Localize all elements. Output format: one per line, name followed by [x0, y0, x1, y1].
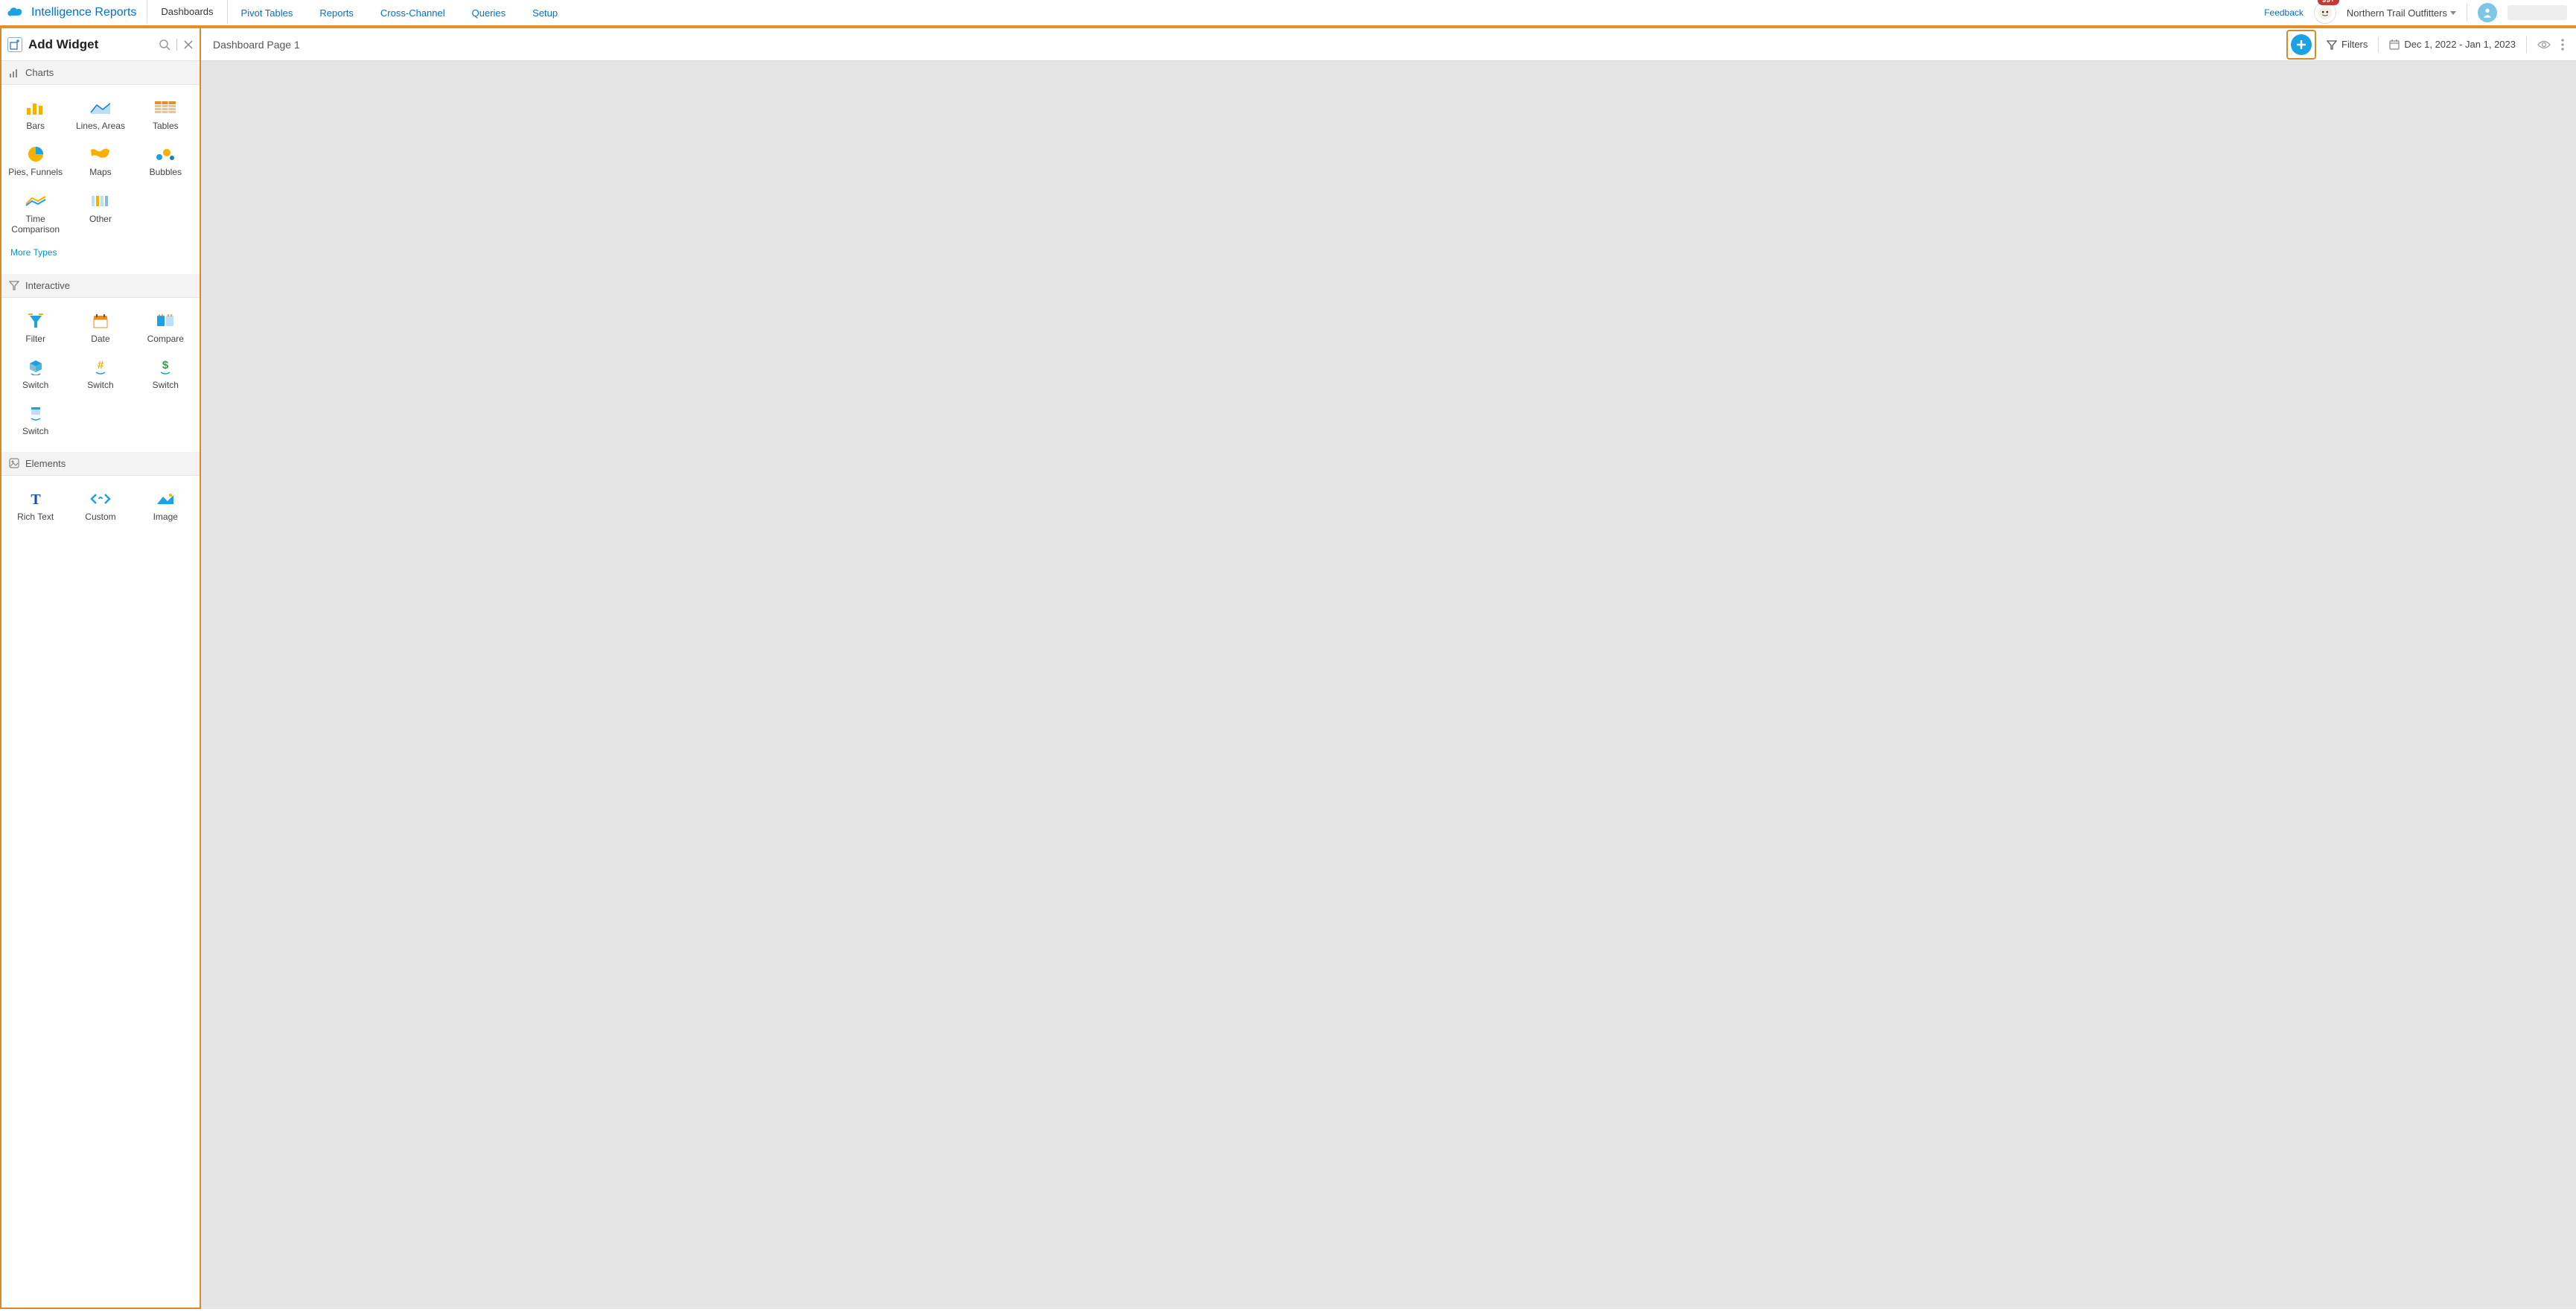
widget-maps[interactable]: Maps — [68, 138, 133, 185]
add-widget-button[interactable] — [2291, 34, 2312, 55]
section-body-charts: Bars Lines, Areas Tables Pies, Funnels M… — [1, 85, 200, 274]
svg-text:T: T — [31, 491, 41, 506]
salesforce-cloud-icon — [6, 5, 25, 20]
nav-tabs: Dashboards Pivot Tables Reports Cross-Ch… — [147, 0, 571, 25]
more-options-icon[interactable] — [2561, 39, 2564, 51]
date-widget-icon — [88, 313, 113, 329]
switch-calendar-icon — [23, 405, 48, 421]
search-icon[interactable] — [159, 39, 170, 51]
widget-switch-cube[interactable]: Switch — [3, 351, 68, 398]
other-icon — [88, 193, 113, 209]
nav-tab-setup[interactable]: Setup — [519, 0, 571, 25]
divider — [2526, 36, 2527, 53]
nav-right: Feedback 99+ Northern Trail Outfitters — [2264, 1, 2576, 24]
nav-tab-reports[interactable]: Reports — [306, 0, 367, 25]
calendar-icon — [2389, 39, 2400, 50]
app-logo-area: Intelligence Reports — [0, 0, 147, 25]
widget-other[interactable]: Other — [68, 185, 133, 243]
filter-widget-icon — [23, 313, 48, 329]
widget-compare[interactable]: Compare — [133, 305, 198, 351]
time-comparison-icon — [23, 193, 48, 209]
widget-tables[interactable]: Tables — [133, 92, 198, 138]
dashboard-page-name[interactable]: Dashboard Page 1 — [213, 39, 300, 51]
widget-filter[interactable]: Filter — [3, 305, 68, 351]
widget-switch-calendar[interactable]: Switch — [3, 398, 68, 444]
nav-tab-cross-channel[interactable]: Cross-Channel — [367, 0, 459, 25]
image-icon — [153, 491, 178, 507]
section-body-elements: T Rich Text Custom Image — [1, 476, 200, 537]
rich-text-icon: T — [23, 491, 48, 507]
switch-hash-icon: # — [88, 359, 113, 375]
account-switcher[interactable]: Northern Trail Outfitters — [2347, 7, 2456, 19]
add-widget-icon — [7, 37, 22, 52]
funnel-icon — [9, 280, 19, 290]
widget-image[interactable]: Image — [133, 483, 198, 529]
date-range-picker[interactable]: Dec 1, 2022 - Jan 1, 2023 — [2389, 39, 2516, 50]
switch-cube-icon — [23, 359, 48, 375]
more-types-link[interactable]: More Types — [3, 243, 198, 267]
elements-icon — [9, 458, 19, 468]
widget-time-comparison[interactable]: Time Comparison — [3, 185, 68, 243]
add-widget-button-highlight — [2286, 30, 2316, 60]
divider — [2378, 36, 2379, 53]
nav-tab-dashboards[interactable]: Dashboards — [147, 0, 227, 25]
funnel-icon — [2327, 39, 2337, 50]
app-title: Intelligence Reports — [31, 6, 136, 19]
widget-custom[interactable]: Custom — [68, 483, 133, 529]
widget-pies-funnels[interactable]: Pies, Funnels — [3, 138, 68, 185]
canvas-toolbar: Dashboard Page 1 Filters Dec 1, 2022 - J… — [201, 28, 2576, 61]
close-icon[interactable] — [183, 39, 194, 50]
tables-icon — [153, 100, 178, 116]
nav-tab-queries[interactable]: Queries — [459, 0, 520, 25]
sidebar-header: Add Widget — [1, 28, 200, 61]
notification-badge: 99+ — [2318, 0, 2339, 5]
filters-button[interactable]: Filters — [2327, 39, 2368, 50]
bubbles-icon — [153, 146, 178, 162]
user-avatar[interactable] — [2478, 3, 2497, 22]
widget-lines-areas[interactable]: Lines, Areas — [68, 92, 133, 138]
widget-date[interactable]: Date — [68, 305, 133, 351]
visibility-icon[interactable] — [2537, 39, 2551, 50]
lines-areas-icon — [88, 100, 113, 116]
main-area: Add Widget Charts Bars — [0, 28, 2576, 1309]
section-title-charts: Charts — [25, 67, 54, 78]
mascot-icon[interactable]: 99+ — [2314, 1, 2336, 24]
section-header-elements: Elements — [1, 452, 200, 476]
dashboard-canvas[interactable] — [201, 61, 2576, 1309]
pies-icon — [23, 146, 48, 162]
bar-chart-icon — [9, 68, 19, 78]
widget-switch-dollar[interactable]: $ Switch — [133, 351, 198, 398]
chevron-down-icon — [2450, 11, 2456, 15]
widget-switch-hash[interactable]: # Switch — [68, 351, 133, 398]
feedback-link[interactable]: Feedback — [2264, 7, 2304, 18]
sidebar-title: Add Widget — [28, 37, 153, 52]
custom-icon — [88, 491, 113, 507]
nav-tab-pivot-tables[interactable]: Pivot Tables — [228, 0, 307, 25]
maps-icon — [88, 146, 113, 162]
section-body-interactive: Filter Date Compare Switch # Switch — [1, 298, 200, 452]
section-header-interactive: Interactive — [1, 274, 200, 298]
bars-icon — [23, 100, 48, 116]
compare-widget-icon — [153, 313, 178, 329]
divider — [176, 39, 177, 51]
section-title-interactive: Interactive — [25, 280, 70, 291]
section-title-elements: Elements — [25, 458, 66, 469]
svg-text:$: $ — [162, 359, 169, 372]
widget-bars[interactable]: Bars — [3, 92, 68, 138]
user-name-placeholder — [2508, 5, 2567, 20]
section-header-charts: Charts — [1, 61, 200, 85]
add-widget-sidebar: Add Widget Charts Bars — [0, 28, 201, 1309]
top-navigation: Intelligence Reports Dashboards Pivot Ta… — [0, 0, 2576, 28]
widget-rich-text[interactable]: T Rich Text — [3, 483, 68, 529]
switch-dollar-icon: $ — [153, 359, 178, 375]
dashboard-canvas-area: Dashboard Page 1 Filters Dec 1, 2022 - J… — [201, 28, 2576, 1309]
svg-text:#: # — [98, 359, 104, 372]
widget-bubbles[interactable]: Bubbles — [133, 138, 198, 185]
